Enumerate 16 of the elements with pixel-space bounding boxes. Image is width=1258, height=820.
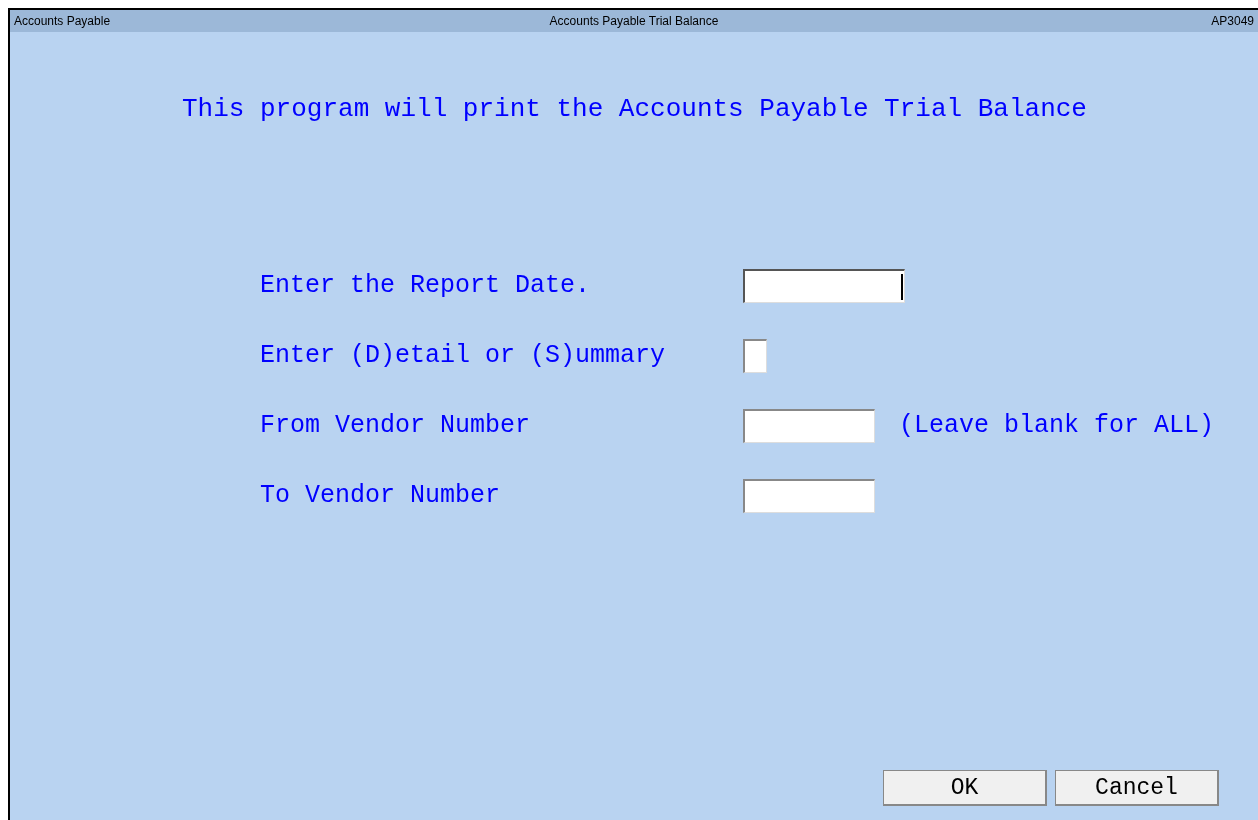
text-cursor [901,273,903,300]
program-code: AP3049 [1210,13,1254,30]
input-field[interactable] [743,269,905,303]
field-hint: (Leave blank for ALL) [899,410,1215,443]
field-label: To Vendor Number [259,480,502,513]
input-field[interactable] [743,479,875,513]
input-field[interactable] [743,339,767,373]
app-name: Accounts Payable [14,13,112,30]
field-label: Enter the Report Date. [259,270,592,303]
window-title: Accounts Payable Trial Balance [549,13,719,30]
field-label: From Vendor Number [259,410,532,443]
dialog-button[interactable]: OK [883,770,1047,806]
heading: This program will print the Accounts Payable Trial Balance [182,94,1087,124]
input-field[interactable] [743,409,875,443]
dialog-button[interactable]: Cancel [1055,770,1219,806]
field-label: Enter (D)etail or (S)ummary [259,340,667,373]
